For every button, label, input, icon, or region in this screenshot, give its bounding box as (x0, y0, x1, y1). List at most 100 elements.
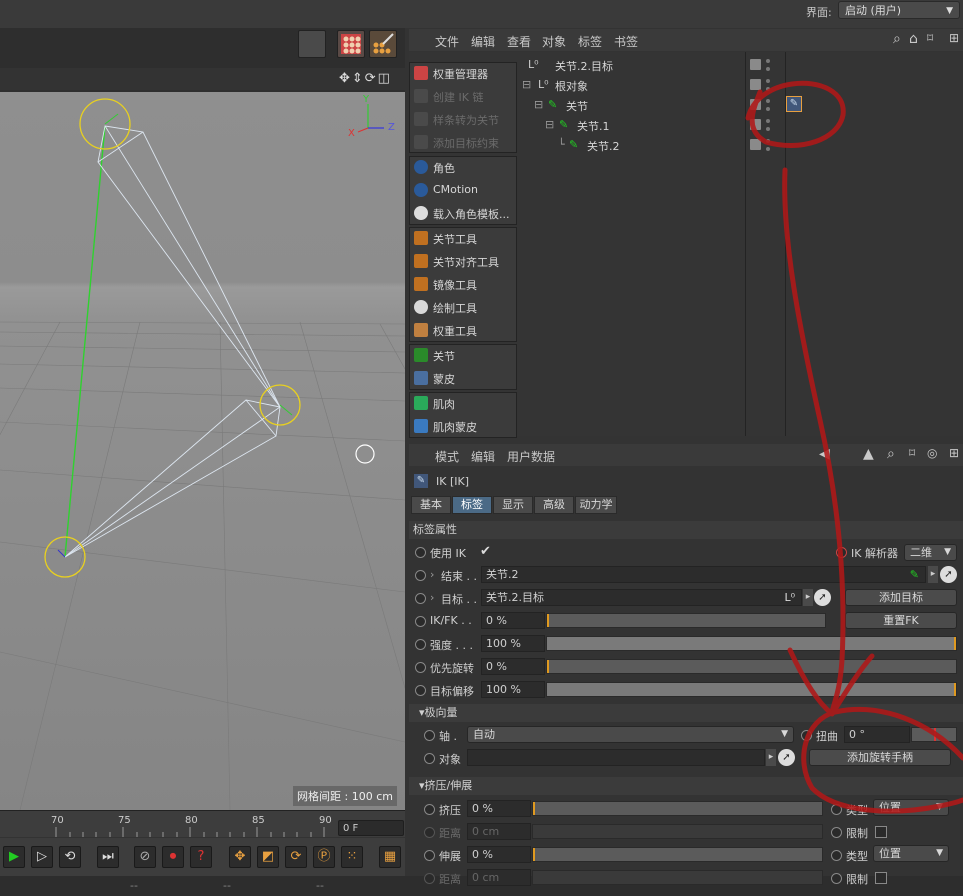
visibility-dot-icon[interactable] (766, 139, 770, 143)
expand-arrow-icon[interactable]: › (430, 591, 434, 604)
add-rotation-handle-button[interactable]: 添加旋转手柄 (809, 749, 951, 766)
visibility-dot-icon[interactable] (766, 79, 770, 83)
visibility-icon[interactable] (750, 99, 761, 110)
palette-weight-manager[interactable]: 权重管理器 (411, 63, 515, 84)
menu-file[interactable]: 文件 (435, 33, 459, 50)
film-icon[interactable]: ▦ (379, 846, 401, 868)
visibility-dot-icon[interactable] (766, 99, 770, 103)
expand-arrow-icon[interactable]: › (430, 568, 434, 581)
menu-objects[interactable]: 对象 (542, 33, 566, 50)
visibility-icon[interactable] (750, 119, 761, 130)
palette-character[interactable]: 角色 (411, 157, 515, 178)
object-row[interactable]: ⊟ L⁰ 根对象 (522, 75, 963, 95)
pole-object-field[interactable] (467, 749, 765, 766)
search-icon[interactable]: ⌕ (893, 31, 901, 47)
tree-toggle-icon[interactable]: ⊟ (545, 118, 554, 131)
3d-viewport[interactable]: Y X Z 网格间距 : 100 cm (0, 92, 405, 810)
section-pole-vector[interactable]: ▾极向量 (409, 704, 963, 722)
prefer-rotation-slider[interactable] (546, 659, 957, 674)
end-link-field[interactable]: 关节.2 ✎ (481, 566, 926, 583)
autokey-icon[interactable]: ⏺ (162, 846, 184, 868)
animate-radio[interactable] (801, 730, 812, 741)
param-key-icon[interactable]: Ⓟ (313, 846, 335, 868)
menu-user-data[interactable]: 用户数据 (507, 448, 555, 465)
render-dot-icon[interactable] (766, 147, 770, 151)
menu-edit[interactable]: 编辑 (471, 448, 495, 465)
target-offset-slider[interactable] (546, 682, 957, 697)
axis-select[interactable]: 自动 ▼ (467, 726, 794, 743)
target-link-field[interactable]: 关节.2.目标 L⁰ (481, 589, 802, 606)
palette-paint-tool[interactable]: 绘制工具 (411, 297, 515, 318)
weight-manager-toolbar-icon[interactable] (337, 30, 365, 58)
solver-select[interactable]: 二维 ▼ (904, 544, 957, 561)
tree-toggle-icon[interactable]: ⊟ (522, 78, 531, 91)
palette-muscle-skin[interactable]: 肌肉蒙皮 (411, 416, 515, 437)
menu-bookmarks[interactable]: 书签 (614, 33, 638, 50)
animate-radio[interactable] (415, 685, 426, 696)
section-squash-stretch[interactable]: ▾挤压/伸展 (409, 777, 963, 795)
twist-slider[interactable] (911, 727, 957, 742)
animate-radio[interactable] (424, 804, 435, 815)
palette-weight-tool[interactable]: 权重工具 (411, 320, 515, 341)
visibility-dot-icon[interactable] (766, 119, 770, 123)
new-panel-icon[interactable]: ⊞ (949, 446, 959, 460)
visibility-icon[interactable] (750, 79, 761, 90)
animate-radio[interactable] (836, 547, 847, 558)
play-icon[interactable]: ▶ (3, 846, 25, 868)
palette-load-character-template[interactable]: 载入角色模板... (411, 203, 515, 224)
ikfk-field[interactable]: 0 % (481, 612, 545, 629)
search-icon[interactable]: ⌕ (887, 446, 895, 462)
stretch-type-select[interactable]: 位置 ▼ (873, 845, 949, 862)
lock-icon[interactable]: ⌑ (927, 31, 933, 45)
render-dot-icon[interactable] (766, 67, 770, 71)
back-arrow-icon[interactable]: ◀ (819, 446, 830, 462)
visibility-icon[interactable] (750, 139, 761, 150)
limit2-checkbox[interactable] (875, 872, 887, 884)
animate-radio[interactable] (424, 753, 435, 764)
viewport-nav-icons[interactable]: ✥⇕⟳◫ (339, 71, 392, 86)
render-dot-icon[interactable] (766, 127, 770, 131)
menu-tags[interactable]: 标签 (578, 33, 602, 50)
palette-joint[interactable]: 关节 (411, 345, 515, 366)
animate-radio[interactable] (415, 662, 426, 673)
animate-radio[interactable] (831, 804, 842, 815)
layout-select[interactable]: 启动 (用户) ▼ (838, 1, 960, 19)
target-offset-field[interactable]: 100 % (481, 681, 545, 698)
scale-key-icon[interactable]: ◩ (257, 846, 279, 868)
pla-key-icon[interactable]: ⁙ (341, 846, 363, 868)
visibility-icon[interactable] (750, 59, 761, 70)
twist-field[interactable]: 0 ° (844, 726, 910, 743)
tab-advanced[interactable]: 高级 (534, 496, 574, 514)
tree-toggle-icon[interactable]: ⊟ (534, 98, 543, 111)
loop-icon[interactable]: ⟲ (59, 846, 81, 868)
weight-tool-toolbar-icon[interactable] (369, 30, 397, 58)
next-frame-icon[interactable]: ▷ (31, 846, 53, 868)
animate-radio[interactable] (424, 850, 435, 861)
animate-radio[interactable] (415, 570, 426, 581)
record-disabled-icon[interactable]: ⊘ (134, 846, 156, 868)
ik-tag-icon[interactable]: ✎ (786, 96, 802, 112)
palette-muscle[interactable]: 肌肉 (411, 393, 515, 414)
palette-mirror-tool[interactable]: 镜像工具 (411, 274, 515, 295)
move-key-icon[interactable]: ✥ (229, 846, 251, 868)
squash-slider[interactable] (532, 801, 823, 816)
pick-object-icon[interactable]: ➚ (778, 749, 795, 766)
object-row[interactable]: ⊟ ✎ 关节 ✎ (522, 95, 963, 115)
menu-mode[interactable]: 模式 (435, 448, 459, 465)
squash-field[interactable]: 0 % (467, 800, 531, 817)
palette-cmotion[interactable]: CMotion (411, 180, 515, 201)
strength-field[interactable]: 100 % (481, 635, 545, 652)
object-row[interactable]: ⊟ ✎ 关节.1 (522, 115, 963, 135)
animate-radio[interactable] (831, 850, 842, 861)
add-target-button[interactable]: 添加目标 (845, 589, 957, 606)
prefer-rotation-field[interactable]: 0 % (481, 658, 545, 675)
tab-display[interactable]: 显示 (493, 496, 533, 514)
link-arrow-icon[interactable]: ▸ (766, 749, 776, 766)
stretch-slider[interactable] (532, 847, 823, 862)
animate-radio[interactable] (415, 593, 426, 604)
menu-view[interactable]: 查看 (507, 33, 531, 50)
limit-checkbox[interactable] (875, 826, 887, 838)
lock-icon[interactable]: ⌑ (909, 446, 915, 460)
snap-settings-icon[interactable] (298, 30, 326, 58)
tab-basic[interactable]: 基本 (411, 496, 451, 514)
